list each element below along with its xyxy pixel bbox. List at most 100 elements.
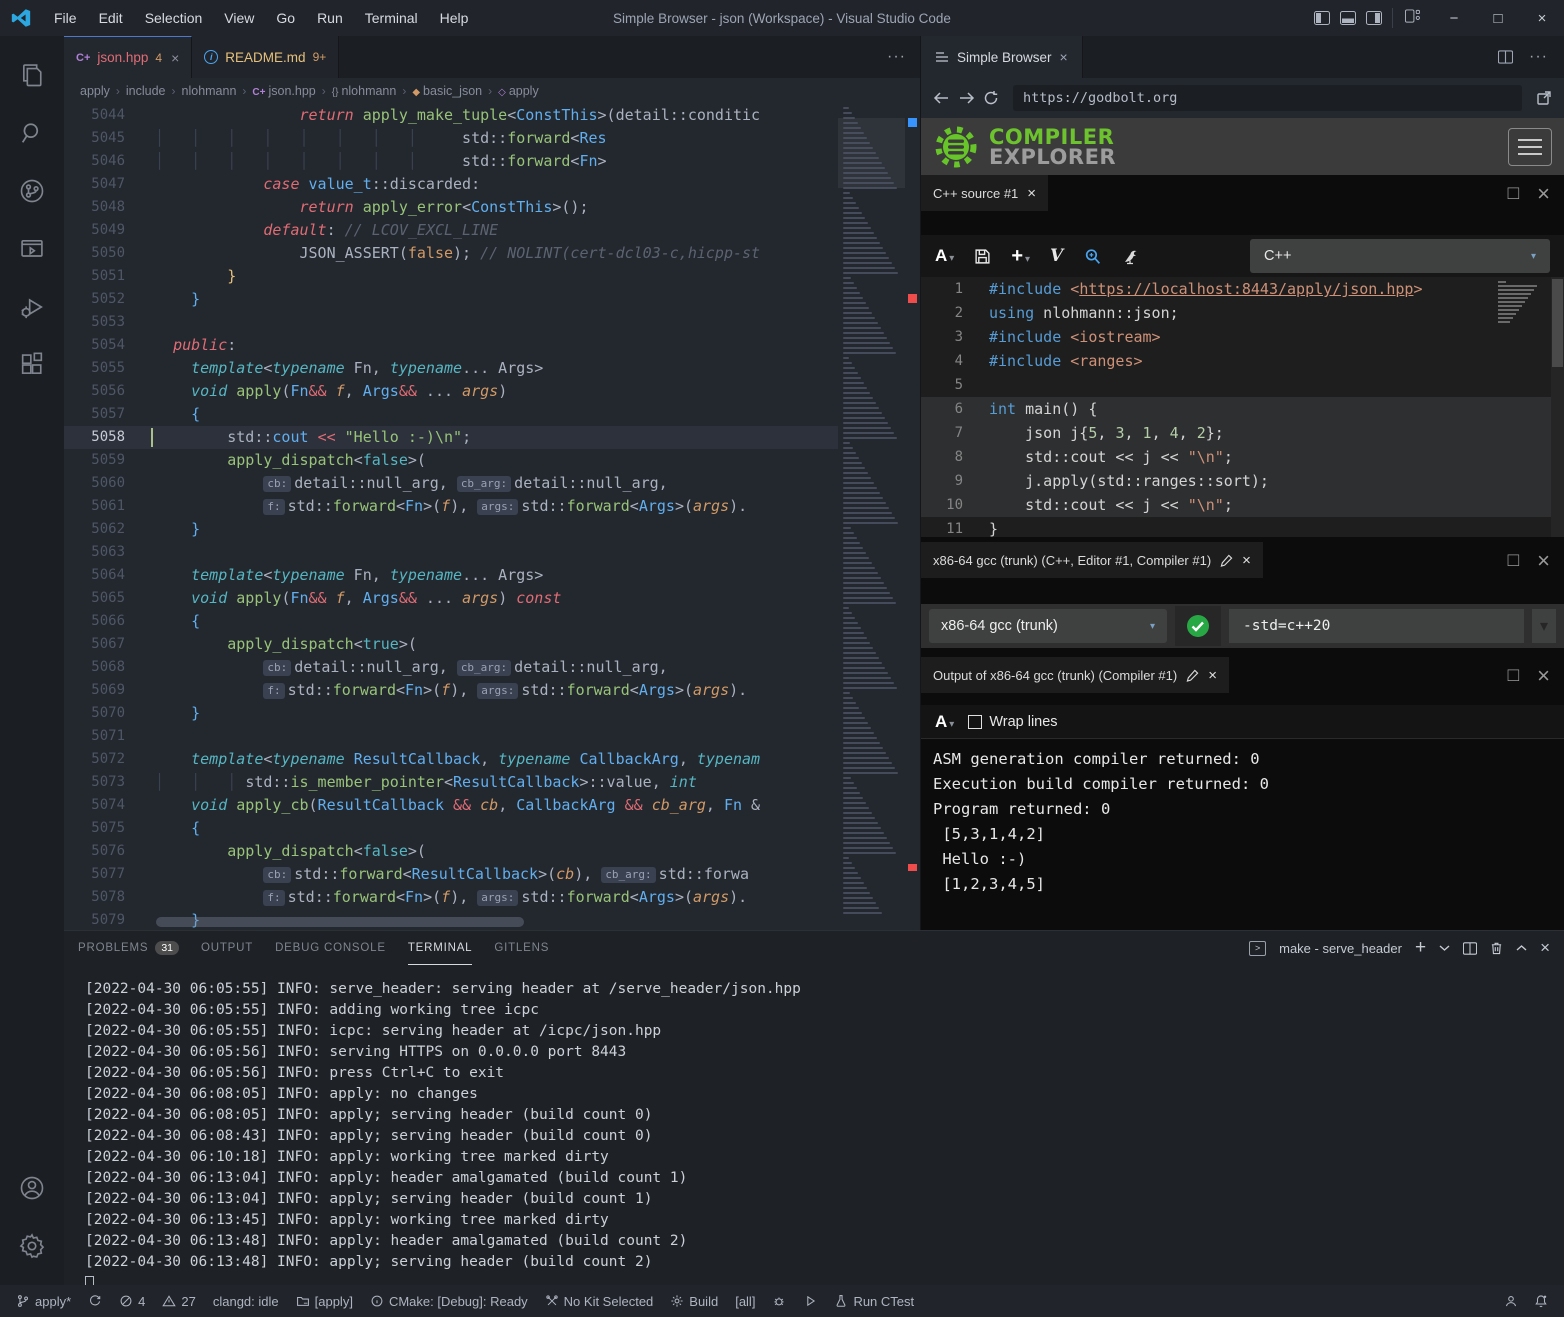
- code-line[interactable]: 5068 cb:detail::null_arg, cb_arg:detail:…: [64, 656, 838, 679]
- code-line[interactable]: 5050 JSON_ASSERT(false); // NOLINT(cert-…: [64, 242, 838, 265]
- tab-simple-browser[interactable]: Simple Browser ×: [921, 36, 1083, 78]
- compiler-args-input[interactable]: -std=c++20: [1229, 609, 1524, 643]
- close-compiler-pane-icon[interactable]: ×: [1242, 552, 1251, 569]
- add-pane-button[interactable]: +▾: [1011, 245, 1030, 268]
- extensions-icon[interactable]: [8, 340, 56, 390]
- code-line[interactable]: 5076 apply_dispatch<false>(: [64, 840, 838, 863]
- code-line[interactable]: 5067 apply_dispatch<true>(: [64, 633, 838, 656]
- toggle-panel-icon[interactable]: [1340, 11, 1356, 25]
- godbolt-code-line[interactable]: 11}: [921, 517, 1564, 537]
- reload-icon[interactable]: [983, 90, 999, 106]
- panel-tab-output[interactable]: OUTPUT: [201, 931, 253, 965]
- code-line[interactable]: 5058 std::cout << "Hello :-)\n";: [64, 426, 838, 449]
- code-line[interactable]: 5071: [64, 725, 838, 748]
- code-line[interactable]: 5045│ │ │ │ │ │ │ │ std::forward<Res: [64, 127, 838, 150]
- panel-tab-gitlens[interactable]: GITLENS: [494, 931, 549, 965]
- rename-pane-icon[interactable]: [1220, 554, 1233, 567]
- cpp-insights-icon[interactable]: [1083, 247, 1102, 266]
- close-window-button[interactable]: ×: [1520, 0, 1564, 36]
- godbolt-code-line[interactable]: 5: [921, 373, 1564, 397]
- toggle-sidebar-icon[interactable]: [1314, 11, 1330, 25]
- godbolt-code-line[interactable]: 4#include <ranges>: [921, 349, 1564, 373]
- godbolt-code-line[interactable]: 9 j.apply(std::ranges::sort);: [921, 469, 1564, 493]
- godbolt-code-line[interactable]: 7 json j{5, 3, 1, 4, 2};: [921, 421, 1564, 445]
- code-line[interactable]: 5047 case value_t::discarded:: [64, 173, 838, 196]
- menu-file[interactable]: File: [44, 6, 87, 30]
- maximize-pane-icon[interactable]: □: [1508, 665, 1519, 687]
- vim-mode-button[interactable]: V: [1050, 246, 1063, 266]
- output-pane-tab[interactable]: Output of x86-64 gcc (trunk) (Compiler #…: [921, 657, 1229, 693]
- panel-tab-problems[interactable]: PROBLEMS31: [78, 931, 179, 965]
- wrap-lines-checkbox[interactable]: [968, 715, 982, 729]
- code-line[interactable]: 5052 }: [64, 288, 838, 311]
- status-bell[interactable]: [1528, 1290, 1554, 1312]
- editor-minimap[interactable]: [838, 104, 905, 930]
- settings-gear-icon[interactable]: [8, 1221, 56, 1271]
- breadcrumb-item[interactable]: include: [126, 84, 166, 98]
- code-line[interactable]: 5075 {: [64, 817, 838, 840]
- toggle-secondary-sidebar-icon[interactable]: [1366, 11, 1382, 25]
- code-line[interactable]: 5055 template<typename Fn, typename... A…: [64, 357, 838, 380]
- code-line[interactable]: 5048 return apply_error<ConstThis>();: [64, 196, 838, 219]
- url-input[interactable]: https://godbolt.org: [1013, 85, 1522, 111]
- compiler-select[interactable]: x86-64 gcc (trunk) ▾: [929, 609, 1167, 643]
- kill-terminal-icon[interactable]: [1490, 941, 1503, 955]
- code-line[interactable]: 5049 default: // LCOV_EXCL_LINE: [64, 219, 838, 242]
- code-line[interactable]: 5044 return apply_make_tuple<ConstThis>(…: [64, 104, 838, 127]
- editor-more-actions-button[interactable]: ···: [887, 36, 920, 78]
- godbolt-code-line[interactable]: 6int main() {: [921, 397, 1564, 421]
- menu-go[interactable]: Go: [266, 6, 305, 30]
- godbolt-code-line[interactable]: 2using nlohmann::json;: [921, 301, 1564, 325]
- maximize-panel-icon[interactable]: [1516, 944, 1527, 952]
- horizontal-scrollbar[interactable]: [156, 917, 524, 927]
- code-line[interactable]: 5054 public:: [64, 334, 838, 357]
- hamburger-menu-icon[interactable]: [1508, 128, 1552, 166]
- account-icon[interactable]: [8, 1163, 56, 1213]
- wrap-lines-toggle[interactable]: Wrap lines: [968, 714, 1057, 730]
- customize-layout-icon[interactable]: [1405, 9, 1420, 23]
- breadcrumb-item[interactable]: nlohmann: [182, 84, 237, 98]
- close-output-pane-icon[interactable]: ×: [1208, 667, 1217, 684]
- explorer-icon[interactable]: [8, 50, 56, 100]
- output-font-size-button[interactable]: A▾: [935, 712, 954, 732]
- breadcrumb-item[interactable]: ◆basic_json: [412, 84, 482, 98]
- code-line[interactable]: 5056 void apply(Fn&& f, Args&& ... args): [64, 380, 838, 403]
- minimize-button[interactable]: −: [1432, 0, 1476, 36]
- close-source-pane-icon[interactable]: ×: [1027, 185, 1036, 202]
- status-clangd-idle[interactable]: clangd: idle: [207, 1290, 285, 1312]
- maximize-pane-icon[interactable]: □: [1508, 550, 1519, 572]
- menu-view[interactable]: View: [214, 6, 264, 30]
- browser-more-actions-icon[interactable]: ···: [1529, 48, 1548, 66]
- code-editor[interactable]: 5044 return apply_make_tuple<ConstThis>(…: [64, 104, 920, 930]
- godbolt-code-line[interactable]: 10 std::cout << j << "\n";: [921, 493, 1564, 517]
- breadcrumb-item[interactable]: {}nlohmann: [332, 84, 397, 98]
- status-apply[interactable]: [apply]: [290, 1290, 359, 1312]
- code-line[interactable]: 5069 f:std::forward<Fn>(f), args:std::fo…: [64, 679, 838, 702]
- panel-tab-debug-console[interactable]: DEBUG CONSOLE: [275, 931, 386, 965]
- terminal-instance-label[interactable]: make - serve_header: [1279, 941, 1402, 956]
- new-terminal-icon[interactable]: +: [1415, 937, 1426, 959]
- status-bug[interactable]: [766, 1290, 792, 1312]
- status-build[interactable]: Build: [664, 1290, 724, 1312]
- menu-selection[interactable]: Selection: [135, 6, 213, 30]
- close-tab-icon[interactable]: ×: [1060, 49, 1068, 65]
- args-dropdown-icon[interactable]: ▾: [1532, 609, 1556, 643]
- code-line[interactable]: 5057 {: [64, 403, 838, 426]
- terminal-dropdown-icon[interactable]: [1439, 944, 1450, 952]
- code-line[interactable]: 5066 {: [64, 610, 838, 633]
- source-pane-tab[interactable]: C++ source #1 ×: [921, 175, 1048, 211]
- menu-terminal[interactable]: Terminal: [355, 6, 428, 30]
- close-pane-icon[interactable]: ×: [1537, 548, 1550, 574]
- code-line[interactable]: 5064 template<typename Fn, typename... A…: [64, 564, 838, 587]
- back-icon[interactable]: [933, 91, 950, 105]
- code-line[interactable]: 5061 f:std::forward<Fn>(f), args:std::fo…: [64, 495, 838, 518]
- open-external-icon[interactable]: [1536, 90, 1552, 106]
- status-27[interactable]: 27: [156, 1290, 201, 1312]
- status-run-ctest[interactable]: Run CTest: [828, 1290, 920, 1312]
- close-panel-icon[interactable]: ×: [1540, 938, 1550, 958]
- godbolt-code-line[interactable]: 3#include <iostream>: [921, 325, 1564, 349]
- maximize-button[interactable]: □: [1476, 0, 1520, 36]
- code-line[interactable]: 5046│ │ │ │ │ │ │ │ std::forward<Fn>: [64, 150, 838, 173]
- rename-pane-icon[interactable]: [1186, 669, 1199, 682]
- search-icon[interactable]: [8, 108, 56, 158]
